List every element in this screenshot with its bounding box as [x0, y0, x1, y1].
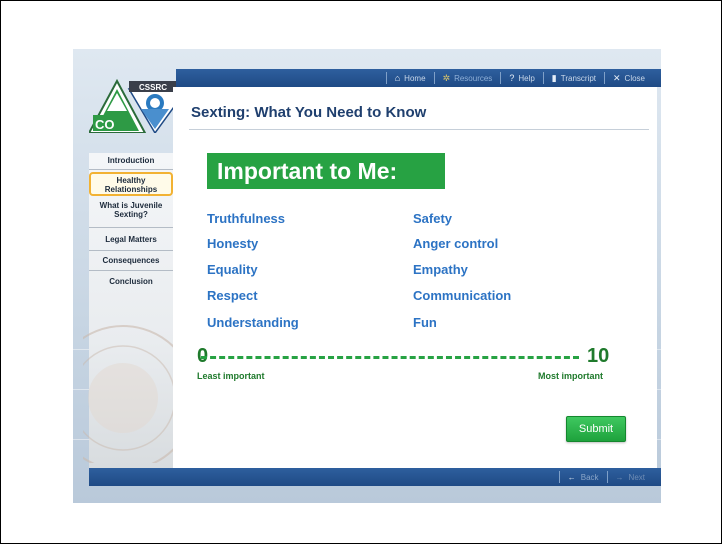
value-empathy[interactable]: Empathy: [413, 262, 468, 277]
scale-min-label: Least important: [197, 371, 265, 381]
value-understanding[interactable]: Understanding: [207, 315, 299, 330]
state-seal-image: [83, 325, 173, 463]
top-nav-bar: ⌂ Home ✲ Resources ? Help ▮ Transcript ✕…: [176, 69, 661, 87]
sidebar-menu: Introduction Healthy Relationships What …: [83, 153, 173, 468]
gear-icon: ✲: [442, 72, 451, 83]
back-button[interactable]: ← Back: [558, 471, 607, 483]
arrow-left-icon: ←: [567, 472, 576, 482]
sidebar-item-introduction[interactable]: Introduction: [89, 156, 173, 170]
sidebar-item-healthy-relationships[interactable]: Healthy Relationships: [89, 172, 173, 196]
content-panel: Sexting: What You Need to Know Important…: [173, 87, 657, 468]
bottom-nav-bar: ← Back → Next: [89, 468, 661, 486]
scale-max-label: Most important: [538, 371, 603, 381]
document-icon: ▮: [551, 72, 557, 83]
nav-close[interactable]: ✕ Close: [604, 72, 653, 84]
value-truthfulness[interactable]: Truthfulness: [207, 211, 285, 226]
next-button[interactable]: → Next: [606, 471, 653, 483]
value-safety[interactable]: Safety: [413, 211, 452, 226]
sidebar-item-legal-matters[interactable]: Legal Matters: [89, 235, 173, 251]
nav-help[interactable]: ? Help: [500, 72, 542, 84]
logo-org-text: CSSRC: [139, 83, 167, 92]
value-honesty[interactable]: Honesty: [207, 236, 258, 251]
home-icon: ⌂: [394, 73, 401, 83]
sidebar-item-juvenile-sexting[interactable]: What is Juvenile Sexting?: [89, 201, 173, 228]
page-title: Sexting: What You Need to Know: [191, 104, 427, 121]
title-divider: [189, 129, 649, 130]
sidebar-item-consequences[interactable]: Consequences: [89, 256, 173, 271]
value-communication[interactable]: Communication: [413, 288, 511, 303]
value-equality[interactable]: Equality: [207, 262, 258, 277]
scale-max: 10: [587, 345, 610, 367]
logo-state-text: CO: [95, 117, 115, 132]
close-icon: ✕: [613, 72, 621, 83]
nav-resources[interactable]: ✲ Resources: [433, 72, 501, 84]
submit-button[interactable]: Submit: [566, 416, 626, 442]
course-player: CO CSSRC ⌂ Home ✲ Resources ? Help ▮ Tra…: [73, 49, 661, 503]
sidebar-item-conclusion[interactable]: Conclusion: [89, 277, 173, 291]
value-fun[interactable]: Fun: [413, 315, 437, 330]
value-anger-control[interactable]: Anger control: [413, 236, 498, 251]
importance-scale-track[interactable]: [201, 356, 579, 359]
value-respect[interactable]: Respect: [207, 288, 258, 303]
question-icon: ?: [509, 73, 515, 83]
important-heading: Important to Me:: [207, 153, 445, 189]
nav-home[interactable]: ⌂ Home: [385, 72, 434, 84]
slide-frame: CO CSSRC ⌂ Home ✲ Resources ? Help ▮ Tra…: [0, 0, 722, 544]
nav-transcript[interactable]: ▮ Transcript: [542, 72, 604, 84]
arrow-right-icon: →: [615, 472, 624, 482]
